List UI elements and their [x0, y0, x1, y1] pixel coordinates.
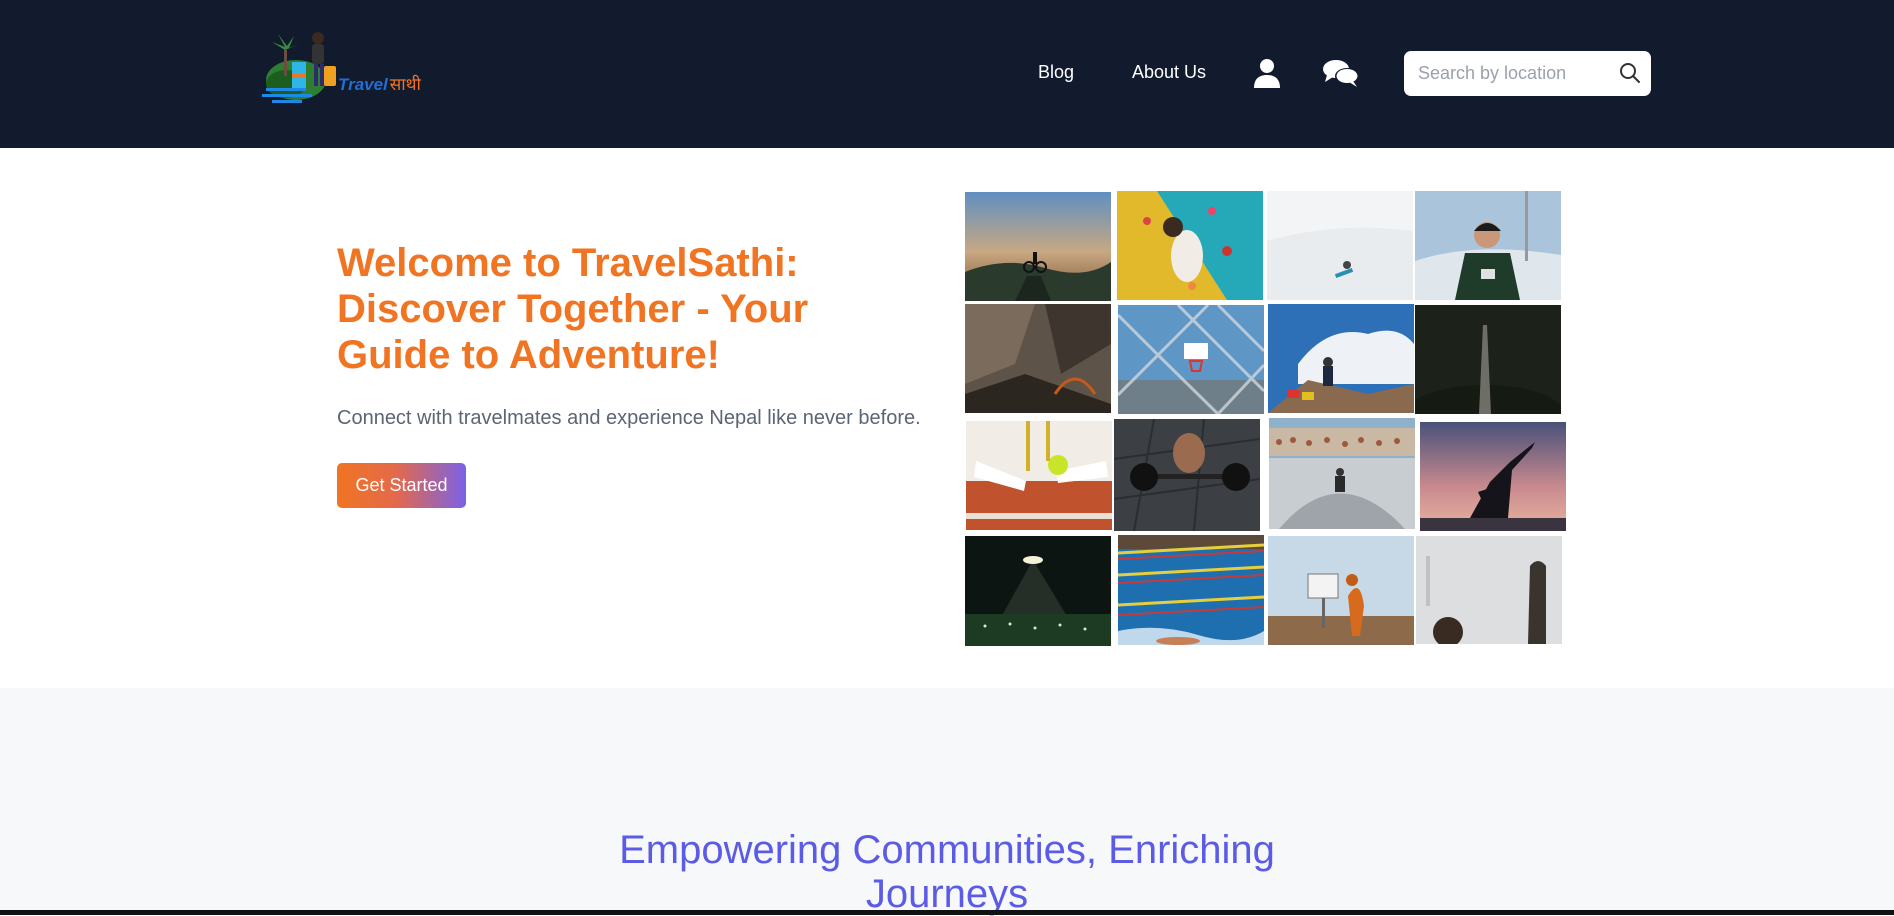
search-icon[interactable] [1619, 62, 1641, 84]
navbar: Travel साथी Blog About Us [0, 0, 1894, 148]
search-input[interactable] [1418, 51, 1608, 96]
gallery-image-stadium-floodlight-at-night [965, 536, 1111, 646]
hero-title: Welcome to TravelSathi: Discover Togethe… [337, 241, 809, 377]
logo-text-latin: Travel [338, 75, 388, 94]
gallery-image-tennis-shoes-and-racket [966, 421, 1112, 530]
nav-link-about-us[interactable]: About Us [1132, 62, 1206, 83]
gallery-image-indoor-rock-climbing [1117, 191, 1263, 300]
gallery-image-rocky-cliff-close-up [965, 304, 1111, 413]
gallery-image-football-player-celebrating [1415, 191, 1561, 300]
gallery-image-basketball-dunk [1268, 536, 1414, 645]
gallery-image-snowboarder-in-sky [1267, 191, 1413, 300]
gallery-image-hiker-on-snowy-mountain [1268, 304, 1414, 413]
logo-text-devanagari: साथी [389, 75, 421, 94]
gallery-image-skatepark-crowd [1269, 418, 1415, 529]
gallery-image-dark-still-life [1415, 305, 1561, 414]
gallery-image-swimming-pool-lanes [1118, 535, 1264, 645]
gallery-image-basketball-hoop-through-fence [1118, 305, 1264, 414]
chat-icon[interactable] [1322, 58, 1360, 88]
gallery-image-yoga-pose-at-sunset [1420, 422, 1566, 531]
gallery-image-weightlifting-barbell [1114, 419, 1260, 531]
footer-edge [0, 910, 1894, 915]
gallery-image-basketball-close-up [1416, 536, 1562, 644]
hero-subtitle: Connect with travelmates and experience … [337, 407, 921, 429]
get-started-button[interactable]: Get Started [337, 463, 466, 508]
search-box [1404, 51, 1651, 96]
gallery-image-mountain-biker-at-sunset [965, 192, 1111, 301]
section-title-line-1: Empowering Communities, Enriching [619, 828, 1275, 872]
section-title: Empowering Communities, Enriching Journe… [0, 828, 1894, 916]
nav-link-blog[interactable]: Blog [1038, 62, 1074, 83]
user-icon[interactable] [1252, 58, 1282, 88]
logo-wordmark: Travel साथी [338, 72, 421, 95]
